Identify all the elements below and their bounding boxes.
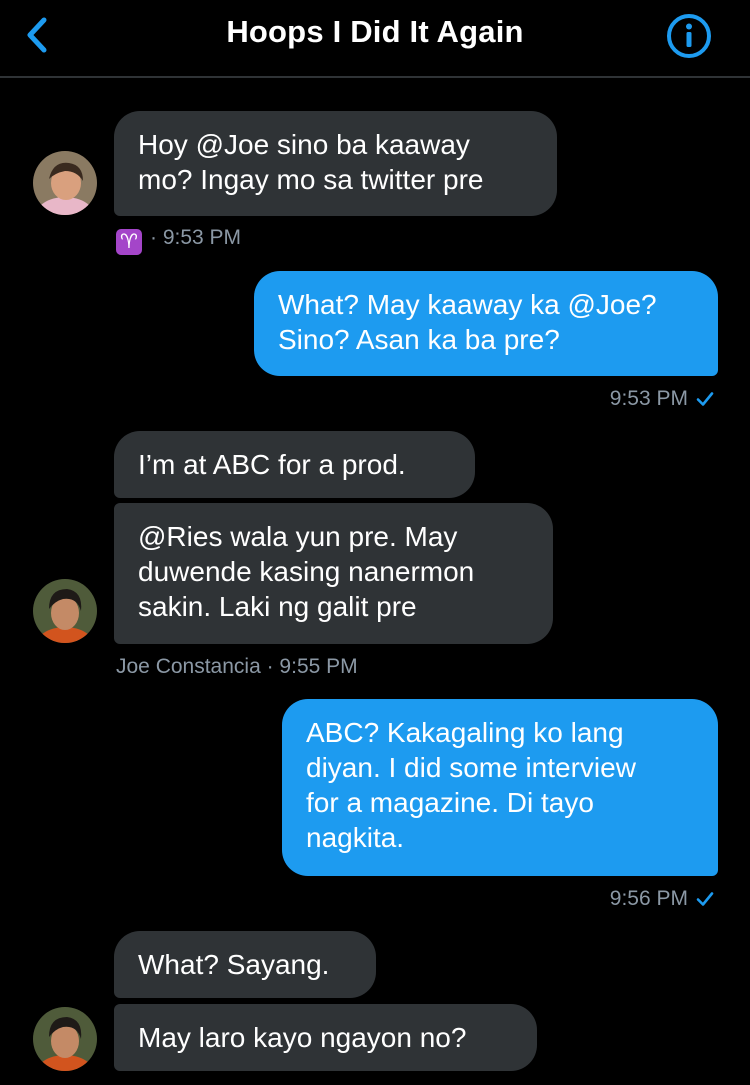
avatar[interactable]	[33, 579, 97, 643]
timestamp: · 9:53 PM	[150, 226, 242, 249]
message-text-line: What? Sayang.	[138, 949, 330, 980]
message-text-line: sakin. Laki ng galit pre	[138, 591, 417, 622]
message-text-line: Sino? Asan ka ba pre?	[278, 324, 560, 355]
message-bubble[interactable]: What? Sayang.	[114, 931, 376, 998]
conversation-header: Hoops I Did It Again	[0, 0, 750, 78]
message-meta: ♈ · 9:53 PM	[116, 226, 241, 255]
message-text-line: May laro kayo ngayon no?	[138, 1022, 467, 1053]
message-text-line: diyan. I did some interview	[306, 752, 636, 783]
aries-emoji-icon: ♈	[116, 229, 142, 255]
message-bubble[interactable]: I’m at ABC for a prod.	[114, 431, 475, 498]
message-meta: 9:53 PM	[610, 387, 714, 411]
message-bubble[interactable]: What? May kaaway ka @Joe? Sino? Asan ka …	[254, 271, 718, 376]
message-text-line: nagkita.	[306, 822, 405, 853]
message-bubble[interactable]: @Ries wala yun pre. May duwende kasing n…	[114, 503, 553, 644]
checkmark-icon	[696, 892, 714, 906]
timestamp: 9:53 PM	[609, 387, 688, 410]
info-button[interactable]	[664, 11, 714, 61]
message-bubble[interactable]: ABC? Kakagaling ko lang diyan. I did som…	[282, 699, 718, 876]
conversation-title: Hoops I Did It Again	[226, 14, 524, 49]
message-text-line: duwende kasing nanermon	[138, 556, 475, 587]
message-meta: Joe Constancia · 9:55 PM	[116, 655, 358, 679]
message-meta: 9:56 PM	[610, 887, 714, 911]
message-text-line: Hoy @Joe sino ba kaaway	[138, 129, 470, 160]
message-text-line: I’m at ABC for a prod.	[138, 449, 406, 480]
message-text-line: for a magazine. Di tayo	[306, 787, 594, 818]
message-bubble[interactable]: Hoy @Joe sino ba kaaway mo? Ingay mo sa …	[114, 111, 557, 216]
avatar[interactable]	[33, 151, 97, 215]
message-text-line: ABC? Kakagaling ko lang	[306, 717, 624, 748]
info-circle-icon	[667, 14, 711, 58]
message-text-line: @Ries wala yun pre. May	[138, 521, 458, 552]
message-bubble[interactable]: May laro kayo ngayon no?	[114, 1004, 537, 1071]
checkmark-icon	[696, 392, 714, 406]
sender-name[interactable]: Joe Constancia	[116, 655, 261, 678]
timestamp: · 9:55 PM	[266, 655, 358, 678]
avatar[interactable]	[33, 1007, 97, 1071]
message-text-line: What? May kaaway ka @Joe?	[278, 289, 657, 320]
message-text-line: mo? Ingay mo sa twitter pre	[138, 164, 484, 195]
timestamp: 9:56 PM	[609, 887, 688, 910]
